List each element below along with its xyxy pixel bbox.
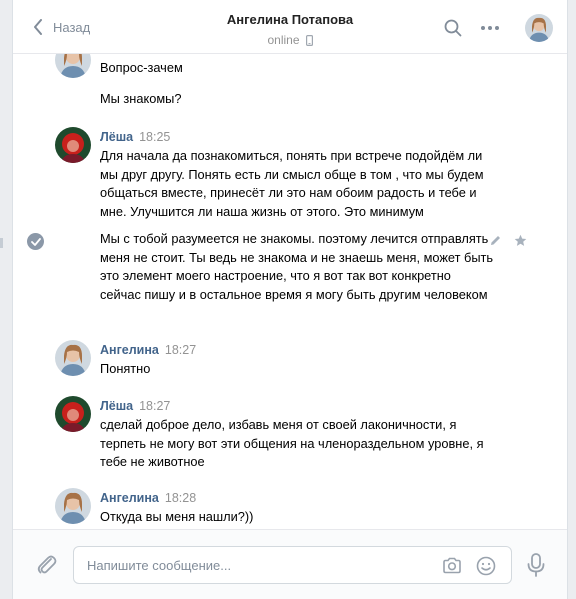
avatar-lesha[interactable] [55,396,91,432]
message-text: Откуда вы меня нашли?)) [100,509,254,524]
message-time: 18:25 [139,130,171,144]
message-input-box[interactable] [73,546,512,584]
message-time: 18:28 [164,491,197,505]
camera-icon [443,557,461,574]
message-header: Лёша 18:27 [100,399,170,413]
message-header: Ангелина 18:27 [100,343,196,357]
author-name[interactable]: Ангелина [100,343,159,357]
message-text: Для начала да познакомиться, понять при … [100,148,484,219]
smile-icon [476,556,496,576]
message-actions [489,234,527,247]
peer-avatar[interactable] [525,14,553,42]
message-history[interactable]: Вопрос-зачем Мы знакомы? Лёша 18:25 Для н… [13,54,567,529]
message-text: Понятно [100,361,151,376]
mobile-icon [305,34,313,46]
edit-icon[interactable] [489,234,502,247]
camera-button[interactable] [441,555,463,577]
message-text: Вопрос-зачем Мы знакомы? [100,59,495,108]
message-time: 18:27 [139,399,171,413]
search-icon [444,19,462,37]
message-composer [13,529,567,599]
microphone-icon [527,553,545,577]
emoji-button[interactable] [475,555,497,577]
voice-message-button[interactable] [525,552,547,578]
chat-header: Назад Ангелина Потапова online [13,0,567,54]
peer-status: online [267,33,313,47]
message-time: 18:27 [164,343,197,357]
more-button[interactable] [478,16,502,40]
message-line: Вопрос-зачем [100,60,183,75]
message-text: Мы с тобой разумеется не знакомы. поэтом… [100,231,494,302]
message-header: Лёша 18:25 [100,130,170,144]
star-icon[interactable] [514,234,527,247]
scroll-edge-marker [0,238,3,248]
author-name[interactable]: Ангелина [100,491,159,505]
author-name[interactable]: Лёша [100,130,133,144]
avatar-lesha[interactable] [55,127,91,163]
message-header: Ангелина 18:28 [100,491,196,505]
chat-window: Назад Ангелина Потапова online Вопрос-за… [12,0,568,599]
message-line: Мы знакомы? [100,90,182,106]
message-input[interactable] [87,547,427,583]
more-icon [481,26,499,30]
avatar-angelina[interactable] [55,488,91,524]
check-icon [30,237,41,246]
select-checkbox[interactable] [27,233,44,250]
avatar-angelina[interactable] [55,54,91,78]
paperclip-icon [37,555,57,574]
avatar-angelina[interactable] [55,340,91,376]
author-name[interactable]: Лёша [100,399,133,413]
message-text: сделай доброе дело, избавь меня от своей… [100,417,484,469]
attach-button[interactable] [35,553,59,577]
peer-status-text: online [267,33,300,47]
search-button[interactable] [441,16,465,40]
